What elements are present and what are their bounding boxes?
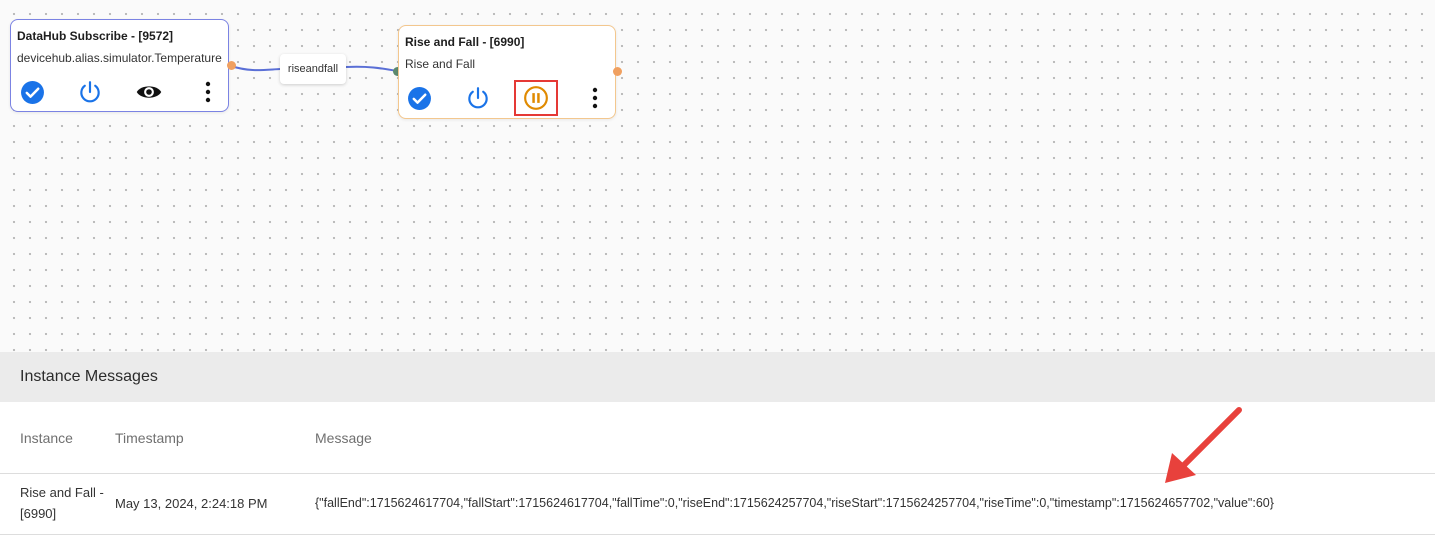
node-datahub-subscribe[interactable]: DataHub Subscribe - [9572] devicehub.ali… — [10, 19, 229, 112]
power-icon — [468, 87, 488, 109]
more-options-button[interactable] — [194, 78, 222, 106]
more-vert-icon — [592, 87, 598, 109]
eye-icon — [136, 86, 162, 98]
wire-subscribe-to-riseandfall-b — [345, 65, 398, 72]
cell-instance: Rise and Fall - [6990] — [20, 485, 104, 521]
edge-label[interactable]: riseandfall — [280, 54, 346, 84]
wire-subscribe-to-riseandfall-a — [230, 65, 281, 72]
column-header-instance[interactable]: Instance — [20, 430, 73, 446]
node-subtitle: devicehub.alias.simulator.Temperature — [17, 51, 222, 65]
column-header-timestamp[interactable]: Timestamp — [115, 430, 184, 446]
node-rise-and-fall[interactable]: Rise and Fall - [6990] Rise and Fall — [398, 25, 616, 119]
view-button[interactable] — [135, 78, 163, 106]
check-circle-icon — [20, 80, 44, 104]
panel-title: Instance Messages — [0, 352, 1435, 402]
power-button[interactable] — [76, 78, 104, 106]
flow-canvas[interactable]: DataHub Subscribe - [9572] devicehub.ali… — [0, 0, 1435, 352]
output-port[interactable] — [613, 67, 622, 76]
output-port[interactable] — [227, 61, 236, 70]
header-divider — [0, 473, 1435, 474]
pause-circle-icon — [524, 86, 548, 110]
check-circle-button[interactable] — [18, 78, 46, 106]
node-subtitle: Rise and Fall — [405, 57, 476, 71]
pause-button[interactable] — [514, 80, 558, 116]
cell-timestamp: May 13, 2024, 2:24:18 PM — [115, 496, 268, 511]
power-button[interactable] — [464, 84, 492, 112]
cell-message: {"fallEnd":1715624617704,"fallStart":171… — [315, 496, 1274, 510]
check-circle-button[interactable] — [405, 84, 433, 112]
column-header-message[interactable]: Message — [315, 430, 372, 446]
node-title: DataHub Subscribe - [9572] — [17, 29, 174, 43]
more-vert-icon — [205, 81, 211, 103]
check-circle-icon — [407, 86, 431, 110]
power-icon — [80, 81, 100, 103]
more-options-button[interactable] — [581, 84, 609, 112]
node-title: Rise and Fall - [6990] — [405, 35, 525, 49]
